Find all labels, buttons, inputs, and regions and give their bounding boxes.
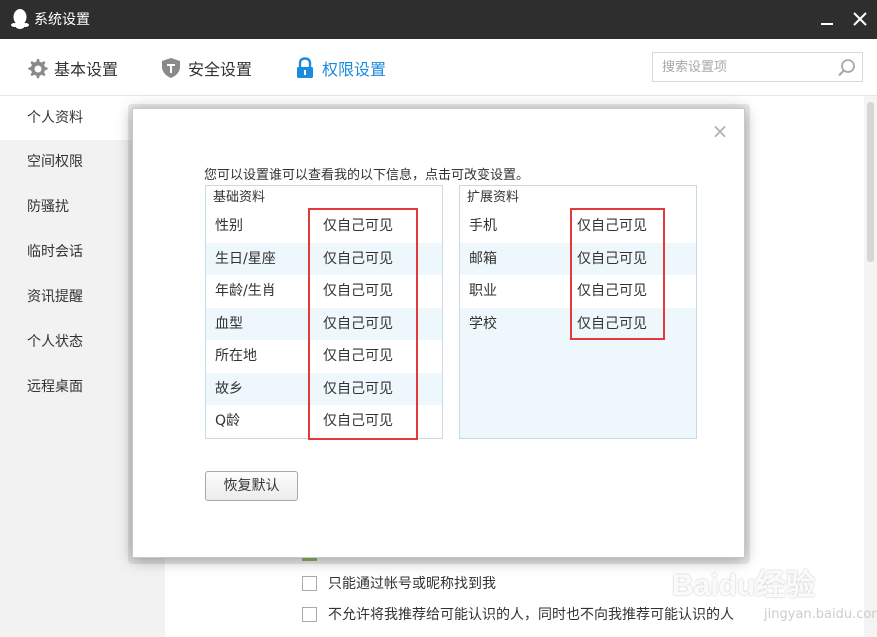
table-row: 年龄/生肖 仅自己可见	[206, 275, 442, 308]
table-row: 生日/星座 仅自己可见	[206, 242, 442, 276]
gear-icon	[28, 59, 48, 79]
dialog-close-button[interactable]: ×	[710, 121, 730, 141]
tab-basic-settings[interactable]: 基本设置	[26, 56, 118, 80]
privacy-dialog: × 您可以设置谁可以查看我的以下信息，点击可改变设置。 基础资料 性别 仅自己可见…	[132, 108, 745, 558]
settings-toolbar: 基本设置 安全设置 权限设置	[0, 39, 877, 96]
field-label: 所在地	[215, 348, 257, 364]
panel-header: 基础资料	[206, 186, 442, 210]
field-label: 故乡	[215, 380, 243, 397]
table-row: 学校 仅自己可见	[460, 307, 696, 341]
find-by-account-option[interactable]: 只能通过帐号或昵称找到我	[302, 573, 496, 593]
window-title: 系统设置	[34, 12, 90, 28]
visibility-setting[interactable]: 仅自己可见	[323, 308, 393, 341]
search-icon[interactable]	[837, 58, 857, 78]
checkbox[interactable]	[302, 575, 317, 591]
option-label: 不允许将我推荐给可能认识的人，同时也不向我推荐可能认识的人	[328, 607, 734, 623]
close-button[interactable]	[848, 7, 872, 31]
no-recommend-option[interactable]: 不允许将我推荐给可能认识的人，同时也不向我推荐可能认识的人	[302, 604, 734, 624]
shield-icon	[162, 58, 180, 78]
visibility-setting[interactable]: 仅自己可见	[323, 243, 393, 276]
field-label: 生日/星座	[215, 250, 276, 267]
visibility-setting[interactable]: 仅自己可见	[323, 210, 393, 243]
field-label: 邮箱	[469, 250, 497, 267]
basic-info-panel: 基础资料 性别 仅自己可见 生日/星座 仅自己可见 年龄/生肖 仅自己可见 血型 仅自己…	[205, 185, 443, 439]
visibility-setting[interactable]: 仅自己可见	[323, 340, 393, 373]
tab-label: 权限设置	[322, 60, 387, 79]
visibility-setting[interactable]: 仅自己可见	[577, 243, 647, 276]
close-icon	[853, 12, 867, 26]
field-label: 性别	[215, 218, 243, 234]
table-row: 手机 仅自己可见	[460, 210, 696, 243]
search-input[interactable]	[653, 53, 833, 81]
lock-icon	[297, 57, 313, 78]
table-row: 邮箱 仅自己可见	[460, 242, 696, 276]
tab-label: 安全设置	[188, 60, 253, 79]
visibility-setting[interactable]: 仅自己可见	[323, 275, 393, 308]
option-label: 只能通过帐号或昵称找到我	[328, 576, 496, 592]
field-label: 血型	[215, 315, 243, 332]
field-label: Q龄	[215, 413, 241, 429]
table-row: 血型 仅自己可见	[206, 307, 442, 341]
minimize-button[interactable]	[815, 7, 839, 31]
scrollbar-thumb[interactable]	[867, 102, 874, 262]
field-label: 手机	[469, 218, 497, 234]
table-row: Q龄 仅自己可见	[206, 405, 442, 438]
tab-permission-settings[interactable]: 权限设置	[294, 56, 386, 80]
tab-label: 基本设置	[54, 60, 119, 79]
qq-penguin-icon	[11, 9, 29, 29]
visibility-setting[interactable]: 仅自己可见	[577, 308, 647, 341]
visibility-setting[interactable]: 仅自己可见	[577, 275, 647, 308]
field-label: 学校	[469, 315, 497, 332]
field-label: 职业	[469, 283, 497, 299]
title-bar: 系统设置	[0, 0, 877, 39]
main-scrollbar[interactable]	[864, 96, 877, 637]
extended-info-panel: 扩展资料 手机 仅自己可见 邮箱 仅自己可见 职业 仅自己可见 学校 仅自己可见	[459, 185, 697, 439]
dialog-description: 您可以设置谁可以查看我的以下信息，点击可改变设置。	[204, 168, 530, 183]
checkbox[interactable]	[302, 606, 317, 622]
table-row: 故乡 仅自己可见	[206, 372, 442, 406]
table-row: 所在地 仅自己可见	[206, 340, 442, 373]
field-label: 年龄/生肖	[215, 283, 276, 299]
restore-default-button[interactable]: 恢复默认	[205, 471, 298, 501]
minimize-icon	[821, 23, 833, 25]
table-row: 职业 仅自己可见	[460, 275, 696, 308]
search-box	[652, 52, 863, 82]
table-row: 性别 仅自己可见	[206, 210, 442, 243]
visibility-setting[interactable]: 仅自己可见	[323, 405, 393, 438]
panel-header: 扩展资料	[460, 186, 696, 210]
visibility-setting[interactable]: 仅自己可见	[323, 373, 393, 406]
tab-security-settings[interactable]: 安全设置	[160, 56, 252, 80]
visibility-setting[interactable]: 仅自己可见	[577, 210, 647, 243]
